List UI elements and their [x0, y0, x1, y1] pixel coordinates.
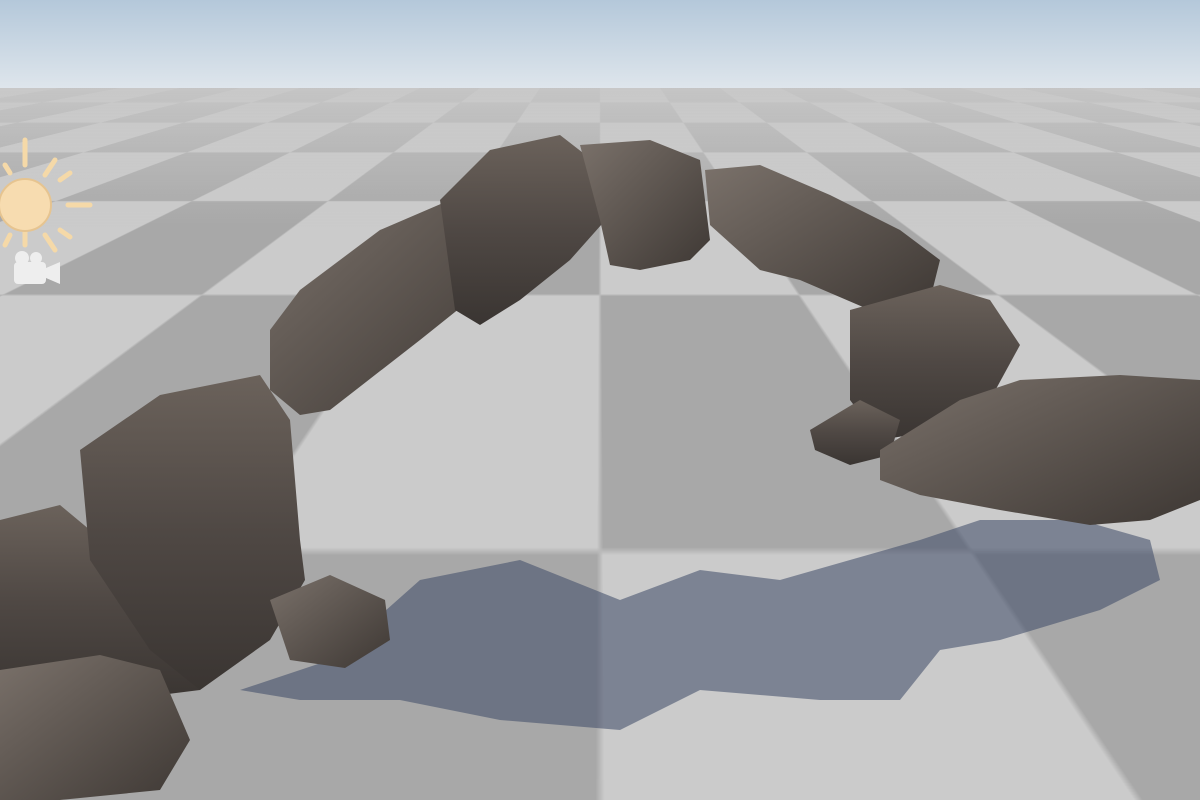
rock	[440, 135, 610, 325]
camera-icon[interactable]	[8, 250, 63, 288]
rock-arch-scene[interactable]	[0, 0, 1200, 800]
rock	[705, 165, 940, 310]
rock	[580, 140, 710, 270]
rock	[0, 655, 190, 800]
